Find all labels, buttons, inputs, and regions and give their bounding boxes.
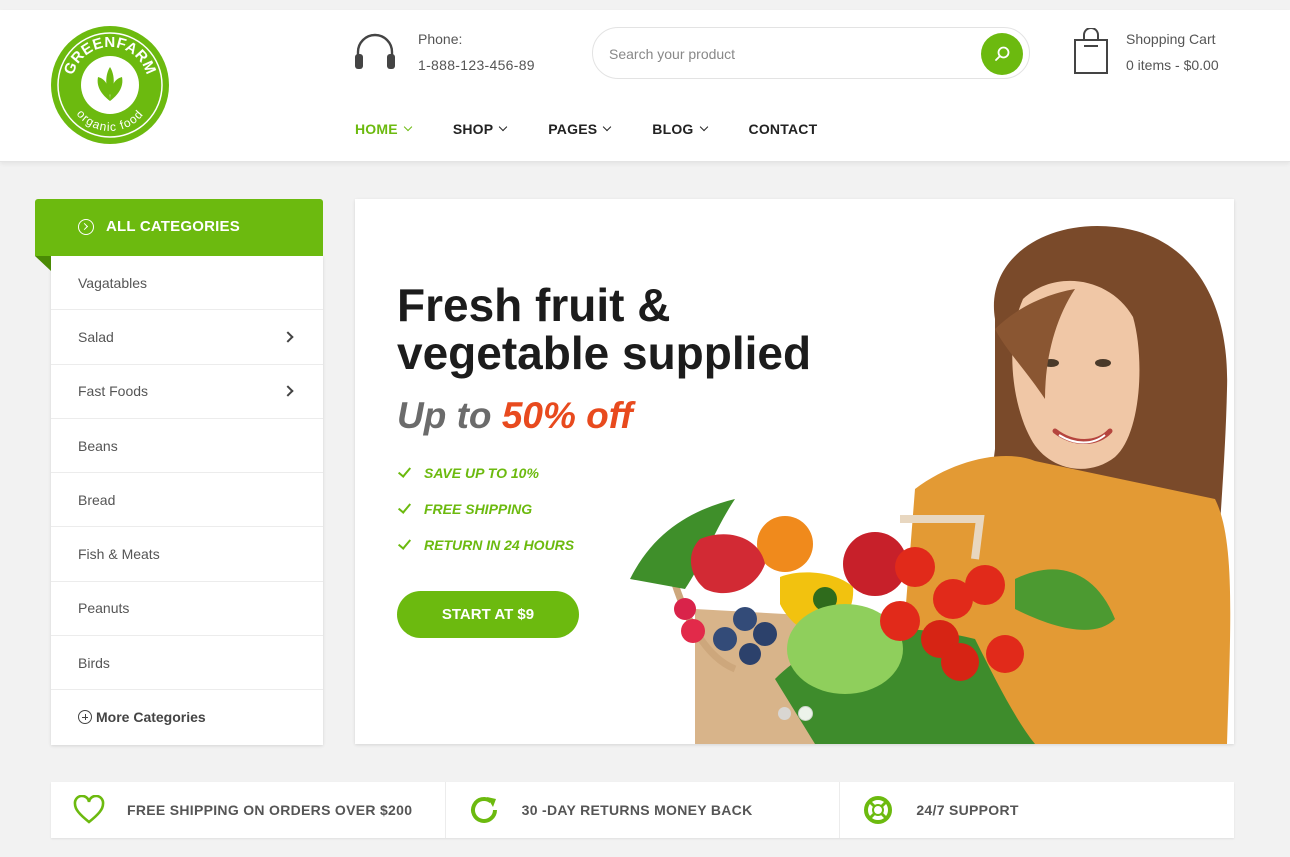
- nav-pages-label: PAGES: [548, 121, 598, 137]
- search-icon: [995, 46, 1010, 61]
- category-label: Salad: [78, 328, 114, 345]
- nav-shop-label: SHOP: [452, 121, 494, 137]
- offer-prefix: Up to: [397, 395, 502, 436]
- search-button[interactable]: [981, 33, 1023, 75]
- phone-label: Phone:: [418, 31, 463, 47]
- category-item[interactable]: Vagatables: [51, 256, 323, 311]
- site-header: GREENFARM organic food Phone: 1-888-123-…: [0, 10, 1290, 162]
- phone-contact: Phone: 1-888-123-456-89: [352, 28, 572, 78]
- hero-feature-label: RETURN IN 24 HOURS: [424, 537, 575, 553]
- feature-label: 30 -DAY RETURNS MONEY BACK: [521, 802, 753, 818]
- feature-label: 24/7 SUPPORT: [916, 802, 1019, 818]
- category-item[interactable]: Birds: [51, 636, 323, 691]
- shopping-cart[interactable]: Shopping Cart 0 items - $0.00: [1072, 28, 1272, 84]
- check-icon: [397, 463, 412, 478]
- category-item[interactable]: Peanuts: [51, 582, 323, 637]
- feature-returns: 30 -DAY RETURNS MONEY BACK: [446, 782, 841, 838]
- nav-home-label: HOME: [355, 121, 398, 137]
- category-label: Fast Foods: [78, 383, 149, 400]
- plus-circle-icon: [78, 710, 92, 725]
- start-at-button[interactable]: START AT $9: [397, 591, 579, 638]
- hero-feature: SAVE UP TO 10%: [397, 463, 539, 481]
- main-nav: HOME SHOP PAGES BLOG CONTACT: [355, 118, 859, 140]
- hero-headline-line-2: vegetable supplied: [397, 327, 812, 379]
- more-categories-label: More Categories: [96, 709, 206, 726]
- chevron-right-icon: [282, 385, 294, 397]
- category-list: Vagatables Salad Fast Foods Beans Bread …: [51, 256, 323, 744]
- category-label: Bread: [78, 491, 116, 508]
- shopping-bag-icon: [1074, 28, 1108, 74]
- cart-label: Shopping Cart: [1126, 31, 1216, 47]
- refresh-icon: [470, 797, 497, 823]
- nav-blog[interactable]: BLOG: [652, 118, 708, 140]
- category-item[interactable]: Beans: [51, 419, 323, 474]
- heart-icon: [73, 795, 105, 824]
- nav-home[interactable]: HOME: [355, 118, 413, 140]
- category-label: Peanuts: [78, 600, 130, 617]
- nav-blog-label: BLOG: [652, 121, 694, 137]
- chevron-down-icon: [603, 122, 612, 132]
- ribbon-fold: [35, 256, 51, 271]
- nav-shop[interactable]: SHOP: [452, 118, 508, 140]
- headphones-icon: [355, 33, 395, 69]
- search-input[interactable]: [609, 41, 969, 67]
- category-label: Vagatables: [78, 274, 148, 291]
- feature-support: 24/7 SUPPORT: [840, 782, 1234, 838]
- hero-feature: RETURN IN 24 HOURS: [397, 535, 575, 553]
- category-label: Beans: [78, 437, 118, 454]
- more-categories-link[interactable]: More Categories: [51, 690, 323, 744]
- chevron-right-icon: [282, 331, 294, 343]
- cart-summary: 0 items - $0.00: [1126, 57, 1219, 73]
- feature-label: FREE SHIPPING ON ORDERS OVER $200: [127, 802, 413, 818]
- feature-free-shipping: FREE SHIPPING ON ORDERS OVER $200: [51, 782, 446, 838]
- category-item[interactable]: Fast Foods: [51, 365, 323, 419]
- features-bar: FREE SHIPPING ON ORDERS OVER $200 30 -DA…: [51, 782, 1234, 838]
- category-label: Fish & Meats: [78, 546, 160, 563]
- phone-number[interactable]: 1-888-123-456-89: [418, 57, 535, 73]
- category-item[interactable]: Salad: [51, 310, 323, 365]
- hero-feature: FREE SHIPPING: [397, 499, 533, 517]
- chevron-down-icon: [499, 122, 508, 132]
- category-sidebar: Vagatables Salad Fast Foods Beans Bread …: [51, 256, 323, 745]
- hero-banner: Fresh fruit & vegetable supplied Up to 5…: [355, 199, 1234, 744]
- top-strip: [0, 0, 1290, 10]
- hero-offer: Up to 50% off: [397, 395, 633, 437]
- arrow-circle-icon: [78, 219, 94, 235]
- category-item[interactable]: Fish & Meats: [51, 527, 323, 582]
- nav-contact-label: CONTACT: [748, 121, 818, 137]
- chevron-down-icon: [403, 122, 413, 132]
- category-label: Birds: [78, 654, 110, 671]
- hero-feature-label: SAVE UP TO 10%: [424, 465, 539, 481]
- hero-headline: Fresh fruit & vegetable supplied: [397, 281, 917, 377]
- slider-dots: [778, 707, 820, 720]
- check-icon: [397, 499, 412, 514]
- nav-pages[interactable]: PAGES: [548, 118, 612, 140]
- lifebuoy-icon: [864, 796, 893, 824]
- slider-dot-active[interactable]: [799, 707, 812, 720]
- category-item[interactable]: Bread: [51, 473, 323, 528]
- nav-contact[interactable]: CONTACT: [749, 118, 818, 140]
- hero-feature-label: FREE SHIPPING: [424, 501, 533, 517]
- check-icon: [397, 535, 412, 550]
- chevron-down-icon: [699, 122, 708, 132]
- offer-value: 50% off: [501, 395, 633, 436]
- search-bar: [592, 27, 1030, 79]
- all-categories-title: ALL CATEGORIES: [106, 218, 240, 235]
- greenfarm-logo[interactable]: GREENFARM organic food: [50, 25, 170, 145]
- all-categories-toggle[interactable]: ALL CATEGORIES: [35, 199, 323, 271]
- slider-dot[interactable]: [778, 707, 791, 720]
- hero-headline-line-1: Fresh fruit &: [397, 279, 671, 331]
